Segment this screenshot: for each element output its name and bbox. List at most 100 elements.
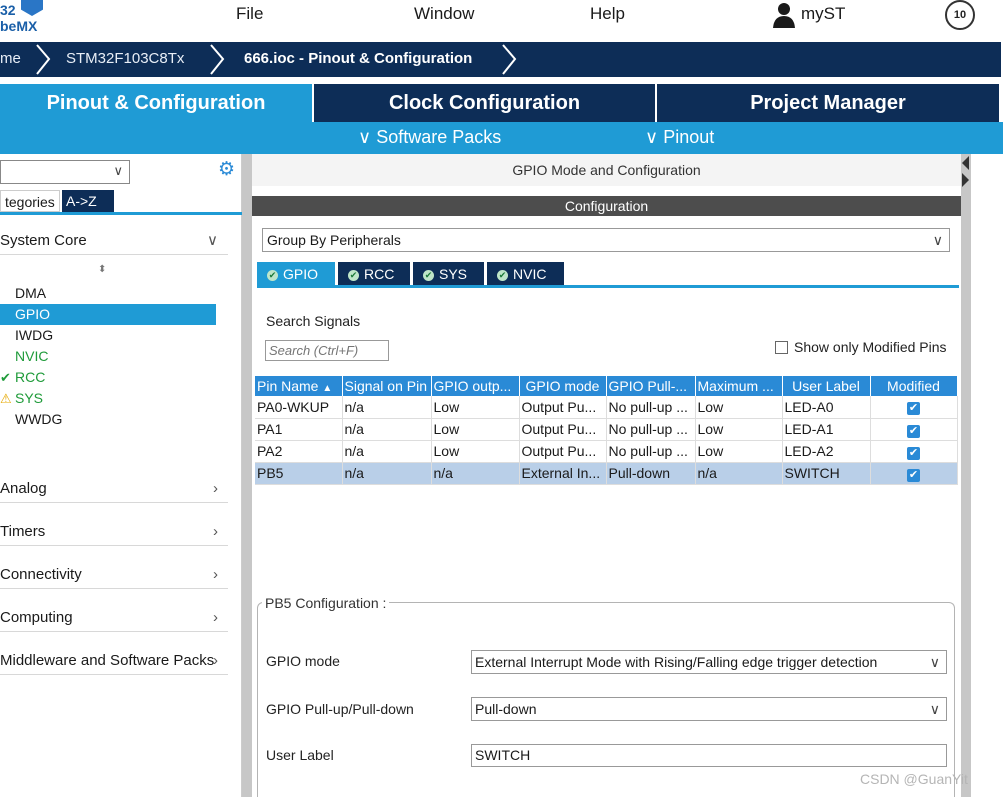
- table-cell: PB5: [255, 462, 343, 485]
- tab-clock-configuration[interactable]: Clock Configuration: [314, 84, 655, 122]
- sidebar-item-sys[interactable]: ⚠ SYS: [0, 388, 216, 409]
- sidebar-item-nvic[interactable]: NVIC: [0, 346, 216, 367]
- col-gpio-mode[interactable]: GPIO mode: [519, 376, 607, 396]
- table-cell: Low: [695, 440, 783, 463]
- tab-sys[interactable]: ✔ SYS: [413, 262, 484, 286]
- gpio-pull-label: GPIO Pull-up/Pull-down: [266, 701, 414, 717]
- table-row[interactable]: PB5 n/a n/a External In... Pull-down n/a SWITC…: [255, 462, 958, 485]
- tab-pinout-configuration[interactable]: Pinout & Configuration: [0, 84, 312, 122]
- sidebar-item-iwdg[interactable]: IWDG: [0, 325, 216, 346]
- collapse-left-icon[interactable]: [962, 156, 969, 170]
- warning-icon: ⚠: [0, 391, 12, 406]
- anniversary-badge-icon[interactable]: 10: [945, 0, 975, 30]
- sort-icon[interactable]: ⬍: [98, 264, 106, 275]
- sidebar-item-label: DMA: [15, 285, 47, 301]
- checkbox-checked-icon: ✔: [907, 402, 920, 416]
- sidebar-item-label: NVIC: [15, 348, 49, 364]
- table-cell: No pull-up ...: [606, 440, 696, 463]
- col-signal[interactable]: Signal on Pin: [342, 376, 432, 396]
- gpio-pull-select[interactable]: Pull-down ∨: [471, 697, 947, 721]
- user-icon[interactable]: [772, 2, 796, 28]
- sidebar-item-label: RCC: [15, 369, 46, 385]
- category-analog[interactable]: Analog ›: [0, 477, 228, 501]
- tab-gpio[interactable]: ✔ GPIO: [257, 262, 335, 286]
- group-by-select[interactable]: Group By Peripherals ∨: [262, 228, 950, 252]
- table-cell: External In...: [519, 462, 607, 485]
- table-row[interactable]: PA2 n/a Low Output Pu... No pull-up ... Low LE…: [255, 440, 958, 463]
- col-max-speed[interactable]: Maximum ...: [695, 376, 783, 396]
- menu-file[interactable]: File: [236, 4, 263, 24]
- chevron-down-icon: ∨: [645, 127, 659, 147]
- show-modified-checkbox[interactable]: [775, 341, 788, 354]
- table-cell: Low: [695, 396, 783, 419]
- user-label-input[interactable]: SWITCH: [471, 744, 947, 767]
- table-cell: n/a: [342, 396, 432, 419]
- gear-icon[interactable]: ⚙: [218, 160, 238, 180]
- right-splitter[interactable]: [961, 154, 971, 797]
- expand-right-icon[interactable]: [962, 173, 969, 187]
- col-user-label[interactable]: User Label: [782, 376, 871, 396]
- panel-splitter[interactable]: [242, 154, 252, 797]
- col-gpio-pull[interactable]: GPIO Pull-...: [606, 376, 696, 396]
- category-system-core[interactable]: System Core ∨: [0, 229, 228, 253]
- sidebar-item-rcc[interactable]: ✔ RCC: [0, 367, 216, 388]
- check-circle-icon: ✔: [497, 270, 508, 281]
- table-cell: LED-A1: [782, 418, 871, 441]
- modified-checkbox[interactable]: ✔: [870, 440, 958, 463]
- sidebar-item-dma[interactable]: DMA: [0, 283, 216, 304]
- col-pin-name[interactable]: Pin Name ▲: [255, 376, 343, 396]
- table-row[interactable]: PA1 n/a Low Output Pu... No pull-up ... Low LE…: [255, 418, 958, 441]
- chevron-right-icon: ›: [213, 609, 218, 626]
- category-label: Middleware and Software Packs: [0, 652, 215, 669]
- sidebar-item-gpio[interactable]: GPIO: [0, 304, 216, 325]
- user-label-label: User Label: [266, 747, 334, 763]
- software-packs-menu[interactable]: ∨ Software Packs: [358, 127, 501, 148]
- menu-myst[interactable]: myST: [801, 4, 845, 24]
- table-header-row: Pin Name ▲ Signal on Pin GPIO outp... GP…: [255, 376, 958, 396]
- search-signals-input[interactable]: [265, 340, 389, 361]
- tab-gpio-label: GPIO: [283, 266, 319, 282]
- show-modified-label: Show only Modified Pins: [794, 339, 947, 355]
- table-row[interactable]: PA0-WKUP n/a Low Output Pu... No pull-up ...…: [255, 396, 958, 419]
- category-connectivity[interactable]: Connectivity ›: [0, 563, 228, 587]
- divider: [0, 545, 228, 546]
- category-computing[interactable]: Computing ›: [0, 606, 228, 630]
- breadcrumb-current[interactable]: 666.ioc - Pinout & Configuration: [244, 50, 472, 67]
- software-packs-label: Software Packs: [376, 127, 502, 147]
- table-cell: Low: [431, 440, 520, 463]
- gpio-mode-select[interactable]: External Interrupt Mode with Rising/Fall…: [471, 650, 947, 674]
- menu-window[interactable]: Window: [414, 4, 474, 24]
- category-label: Timers: [0, 523, 46, 540]
- col-gpio-output[interactable]: GPIO outp...: [431, 376, 520, 396]
- category-timers[interactable]: Timers ›: [0, 520, 228, 544]
- breadcrumb-home[interactable]: me: [0, 50, 21, 67]
- modified-checkbox[interactable]: ✔: [870, 396, 958, 419]
- category-middleware[interactable]: Middleware and Software Packs ›: [0, 649, 228, 673]
- modified-checkbox[interactable]: ✔: [870, 418, 958, 441]
- table-cell: Output Pu...: [519, 418, 607, 441]
- tab-categories[interactable]: tegories: [0, 190, 60, 212]
- pinout-menu[interactable]: ∨ Pinout: [645, 127, 714, 148]
- chevron-down-icon: ∨: [207, 232, 218, 249]
- breadcrumb-mcu[interactable]: STM32F103C8Tx: [66, 50, 184, 67]
- pb5-configuration-legend: PB5 Configuration :: [262, 595, 390, 611]
- tab-project-manager[interactable]: Project Manager: [657, 84, 999, 122]
- tab-nvic[interactable]: ✔ NVIC: [487, 262, 564, 286]
- configuration-header: Configuration: [252, 196, 961, 216]
- category-filter-select[interactable]: ∨: [0, 160, 130, 184]
- table-cell: Output Pu...: [519, 396, 607, 419]
- table-cell: No pull-up ...: [606, 418, 696, 441]
- sort-ascending-icon: ▲: [322, 383, 333, 394]
- tab-a-z[interactable]: A->Z: [62, 190, 114, 212]
- tab-rcc[interactable]: ✔ RCC: [338, 262, 410, 286]
- col-modified[interactable]: Modified: [870, 376, 958, 396]
- modified-checkbox[interactable]: ✔: [870, 462, 958, 485]
- breadcrumb-chevron-icon: [502, 44, 517, 75]
- menu-help[interactable]: Help: [590, 4, 625, 24]
- breadcrumb-chevron-icon: [36, 44, 51, 75]
- sidebar-item-wwdg[interactable]: WWDG: [0, 409, 216, 430]
- table-cell: PA0-WKUP: [255, 396, 343, 419]
- col-label: Pin Name: [257, 378, 319, 394]
- chevron-down-icon: ∨: [358, 127, 372, 147]
- sidebar-item-label: WWDG: [15, 411, 63, 427]
